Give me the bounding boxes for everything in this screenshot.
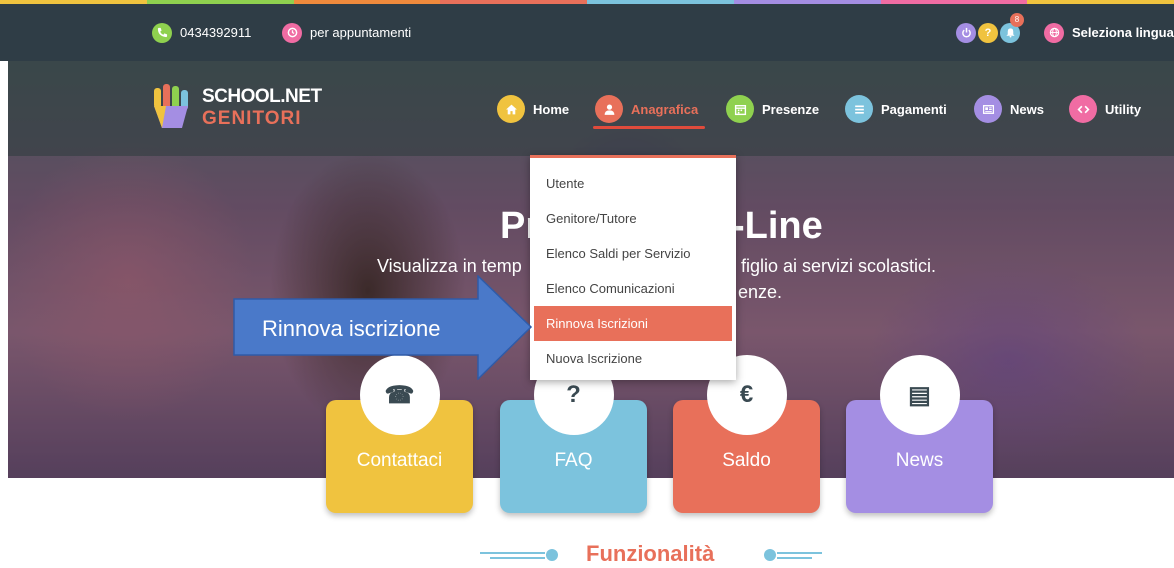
hero-subtitle-left: Visualizza in temp — [377, 256, 522, 276]
card-faq[interactable]: ? FAQ — [500, 355, 647, 513]
newspaper-icon — [974, 95, 1002, 123]
school-net-logo[interactable]: SCHOOL.NET GENITORI — [152, 84, 322, 134]
card-news-label: News — [895, 450, 944, 471]
newspaper-icon: ▤ — [879, 355, 960, 435]
top-bar: 0434392911 per appuntamenti ? 8 Selezion… — [0, 4, 1174, 61]
nav-home-label: Home — [533, 101, 570, 117]
menu-item-rinnova-iscrizioni[interactable]: Rinnova Iscrizioni — [534, 306, 732, 341]
nav-presenze[interactable]: Presenze — [726, 93, 819, 125]
nav-pagamenti-label: Pagamenti — [881, 101, 947, 117]
hero-subtitle-line2: enze. — [738, 282, 783, 302]
active-nav-underline — [593, 126, 705, 129]
card-saldo[interactable]: € Saldo — [673, 355, 820, 513]
menu-item-elenco-comunicazioni[interactable]: Elenco Comunicazioni — [530, 271, 736, 306]
top-icons: ? 8 — [956, 4, 1024, 61]
nav-anagrafica-label: Anagrafica — [631, 101, 699, 117]
help-icon[interactable]: ? — [978, 22, 998, 43]
card-saldo-label: Saldo — [722, 450, 771, 471]
notifications[interactable]: 8 — [1000, 12, 1024, 43]
logo-line1: SCHOOL.NET — [202, 86, 322, 107]
menu-item-nuova-iscrizione[interactable]: Nuova Iscrizione — [530, 341, 736, 376]
phone-contact[interactable]: 0434392911 — [152, 4, 251, 61]
nav-utility[interactable]: Utility — [1069, 93, 1141, 125]
card-news[interactable]: ▤ News — [846, 355, 993, 513]
globe-icon — [1044, 22, 1064, 43]
phone-icon — [152, 22, 172, 43]
language-selector[interactable]: Seleziona lingua — [1044, 4, 1174, 61]
hand-logo-icon — [154, 84, 188, 128]
section-title: Funzionalità — [586, 541, 715, 566]
nav-presenze-label: Presenze — [762, 101, 820, 117]
logo-line2: GENITORI — [202, 108, 302, 129]
nav-news[interactable]: News — [974, 93, 1044, 125]
nav-home[interactable]: Home — [497, 93, 569, 125]
hero-subtitle-right: figlio ai servizi scolastici. — [741, 256, 937, 276]
card-contattaci-label: Contattaci — [356, 450, 443, 471]
menu-item-utente[interactable]: Utente — [530, 166, 736, 201]
card-contattaci[interactable]: ☎ Contattaci — [326, 355, 473, 513]
annotation-label: Rinnova iscrizione — [262, 316, 441, 341]
user-icon — [595, 95, 623, 123]
card-faq-label: FAQ — [554, 450, 593, 471]
anagrafica-dropdown-menu: Utente Genitore/Tutore Elenco Saldi per … — [530, 155, 736, 380]
notification-badge: 8 — [1010, 12, 1024, 27]
language-label: Seleziona lingua — [1072, 25, 1174, 40]
hero-title-right: -Line — [732, 205, 823, 247]
clock-icon — [282, 22, 302, 43]
nav-pagamenti[interactable]: Pagamenti — [845, 93, 947, 125]
menu-item-genitore-tutore[interactable]: Genitore/Tutore — [530, 201, 736, 236]
nav-anagrafica[interactable]: Anagrafica — [595, 93, 698, 125]
home-icon — [497, 95, 525, 123]
appointments-link[interactable]: per appuntamenti — [282, 4, 411, 61]
code-icon — [1069, 95, 1097, 123]
power-icon[interactable] — [956, 22, 976, 43]
appointments-label: per appuntamenti — [310, 25, 412, 40]
nav-utility-label: Utility — [1105, 101, 1142, 117]
phone-number: 0434392911 — [180, 25, 252, 40]
menu-item-elenco-saldi[interactable]: Elenco Saldi per Servizio — [530, 236, 736, 271]
nav-news-label: News — [1010, 101, 1044, 117]
list-icon — [845, 95, 873, 123]
calendar-icon — [726, 95, 754, 123]
